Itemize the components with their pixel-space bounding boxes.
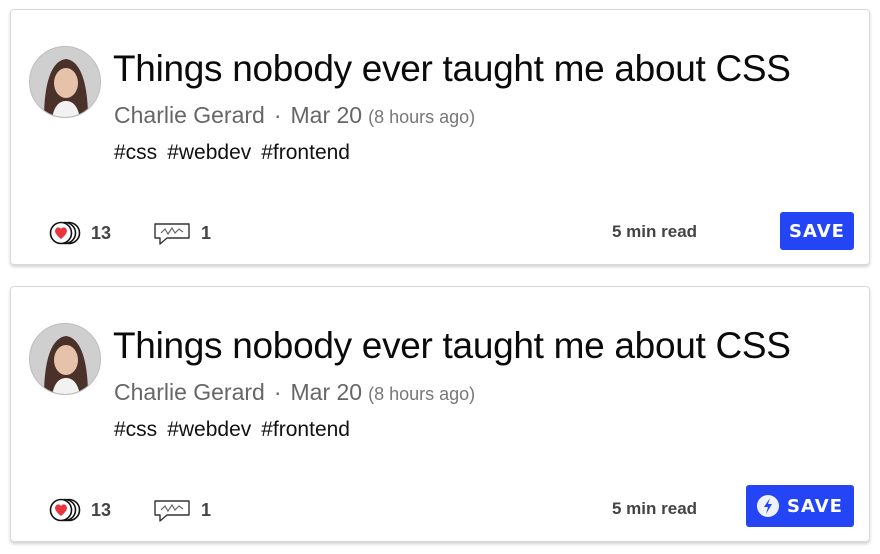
author-name[interactable]: Charlie Gerard — [114, 379, 265, 405]
reactions-count: 13 — [91, 499, 112, 520]
comment-icon — [151, 497, 193, 523]
tag-css[interactable]: #css — [114, 141, 157, 164]
article-meta: Charlie Gerard · Mar 20 (8 hours ago) — [114, 379, 475, 406]
article-title[interactable]: Things nobody ever taught me about CSS — [113, 325, 791, 367]
article-card[interactable]: Things nobody ever taught me about CSS C… — [10, 9, 870, 265]
heart-icon — [47, 497, 83, 523]
tag-webdev[interactable]: #webdev — [167, 418, 251, 441]
author-avatar[interactable] — [29, 323, 101, 395]
author-name[interactable]: Charlie Gerard — [114, 102, 265, 128]
save-label: SAVE — [789, 220, 845, 242]
comments-count: 1 — [201, 222, 212, 243]
article-title[interactable]: Things nobody ever taught me about CSS — [113, 48, 791, 90]
relative-time: (8 hours ago) — [368, 107, 476, 127]
author-avatar[interactable] — [29, 46, 101, 118]
publish-date[interactable]: Mar 20 — [291, 379, 363, 405]
save-button[interactable]: SAVE — [746, 485, 854, 527]
tag-frontend[interactable]: #frontend — [261, 141, 350, 164]
card-footer: 13 1 5 min read SAVE — [11, 485, 869, 529]
read-time: 5 min read — [612, 222, 698, 241]
publish-date[interactable]: Mar 20 — [291, 102, 363, 128]
save-button[interactable]: SAVE — [780, 212, 854, 250]
tag-list: #css #webdev #frontend — [114, 141, 360, 165]
read-time: 5 min read — [612, 499, 698, 518]
separator: · — [273, 379, 282, 405]
article-card[interactable]: Things nobody ever taught me about CSS C… — [10, 286, 870, 542]
reactions-button[interactable]: 13 — [47, 497, 111, 523]
relative-time: (8 hours ago) — [368, 384, 476, 404]
tag-frontend[interactable]: #frontend — [261, 418, 350, 441]
tag-list: #css #webdev #frontend — [114, 418, 360, 442]
heart-icon — [47, 220, 83, 246]
comments-button[interactable]: 1 — [151, 497, 211, 523]
article-meta: Charlie Gerard · Mar 20 (8 hours ago) — [114, 102, 475, 129]
separator: · — [273, 102, 282, 128]
comments-count: 1 — [201, 499, 212, 520]
tag-css[interactable]: #css — [114, 418, 157, 441]
reactions-button[interactable]: 13 — [47, 220, 111, 246]
bolt-icon — [757, 495, 780, 517]
reactions-count: 13 — [91, 222, 112, 243]
save-label: SAVE — [787, 495, 843, 517]
card-footer: 13 1 5 min read SAVE — [11, 212, 869, 252]
tag-webdev[interactable]: #webdev — [167, 141, 251, 164]
comment-icon — [151, 220, 193, 246]
comments-button[interactable]: 1 — [151, 220, 211, 246]
